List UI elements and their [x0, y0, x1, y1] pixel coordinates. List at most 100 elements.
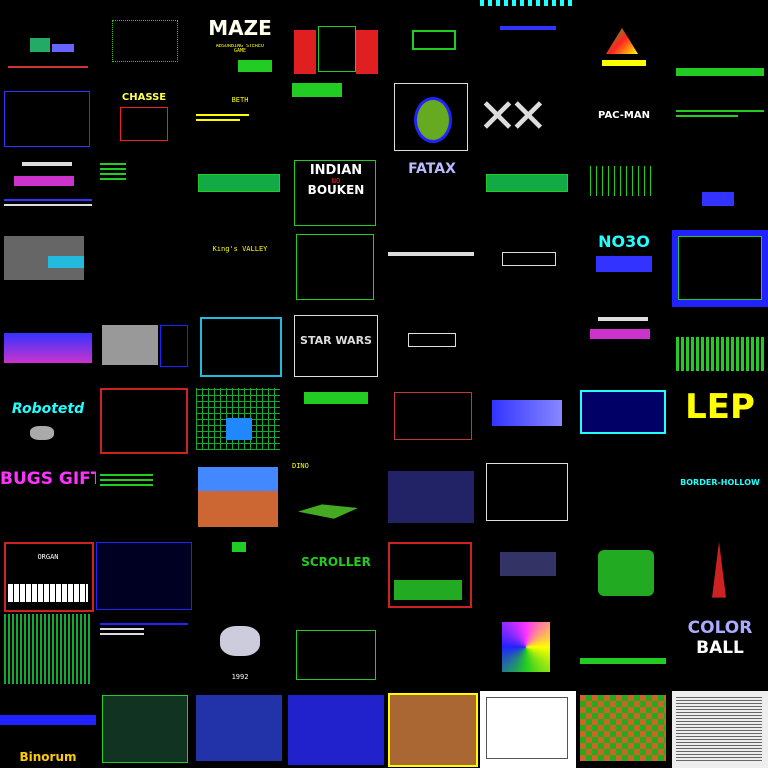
tile-r9c7 [576, 614, 672, 692]
tile-pacman: PAC-MAN [576, 76, 672, 154]
color-title: COLOR [687, 620, 753, 638]
tile-r2c8 [672, 76, 768, 154]
cover-emblem [414, 96, 452, 143]
robot-sprite [30, 425, 54, 440]
tile-r9c5 [384, 614, 480, 692]
tile-lep: LEP [672, 383, 768, 461]
tile-r8c3 [192, 537, 288, 615]
tile-r5c8 [672, 307, 768, 384]
tile-maze: MAZE ABSORBING STEREO GAME [192, 0, 288, 77]
tile-r1c4 [288, 0, 384, 77]
tile-r4c1 [0, 230, 96, 308]
pacman-title: PAC-MAN [598, 110, 650, 121]
blue-box [702, 191, 734, 206]
night-scene [388, 470, 474, 523]
tile-binorum: Binorum [0, 691, 96, 768]
tile-color-ball: COLOR BALL [672, 614, 768, 692]
tile-r7c2 [96, 460, 192, 538]
tile-r5c1 [0, 307, 96, 384]
keyboard [8, 583, 88, 602]
text-lines-2 [100, 620, 188, 638]
ornament [502, 252, 556, 267]
screenshot-grid: MAZE ABSORBING STEREO GAME CHASSE BETH ✕… [0, 0, 768, 768]
tile-beth: BETH [192, 76, 288, 154]
spaceship [500, 551, 556, 576]
title-banner [304, 391, 368, 404]
brown-maze [388, 693, 478, 768]
rocket [712, 541, 726, 598]
tile-r3c1 [0, 153, 96, 231]
text-lines [4, 196, 92, 209]
red-pillar-left [294, 30, 316, 74]
chasse-field [120, 106, 168, 141]
water [48, 256, 84, 269]
tile-r8c2 [96, 537, 192, 615]
green-grid [590, 165, 654, 196]
dino-title: DINO [292, 462, 309, 470]
tile-dino: DINO [288, 460, 384, 538]
magenta-title [14, 175, 74, 186]
colorful-tile [502, 622, 550, 673]
tile-r7c3 [192, 460, 288, 538]
score-panel [160, 325, 188, 368]
beth-menu [196, 111, 284, 124]
header-line [22, 161, 72, 166]
tile-r5c5 [384, 307, 480, 384]
tile-indian: INDIAN NO BOUKEN [288, 153, 384, 231]
tile-r5c2 [96, 307, 192, 384]
platform [388, 252, 474, 257]
tile-r4c5 [384, 230, 480, 308]
ship [232, 541, 246, 552]
center-panel [318, 26, 356, 72]
water-pool [226, 417, 252, 440]
green-banner-2 [486, 173, 568, 192]
green-stripes [676, 337, 764, 372]
binorum-title: Binorum [19, 751, 77, 764]
tile-r10c5 [384, 691, 480, 768]
tile-r8c8 [672, 537, 768, 615]
magazine-page [676, 695, 762, 762]
tile-r7c6 [480, 460, 576, 538]
tile-r9c4 [288, 614, 384, 692]
tile-r4c6 [480, 230, 576, 308]
tile-scroller: SCROLLER [288, 537, 384, 615]
tile-fatax: FATAX [384, 153, 480, 231]
tile-r2c6: ✕✕ [480, 76, 576, 154]
tile-r8c5 [384, 537, 480, 615]
tile-r6c7 [576, 383, 672, 461]
green-noise [4, 614, 90, 685]
chasse-title: CHASSE [121, 92, 167, 103]
top-bar [480, 0, 576, 6]
lep-title: LEP [685, 389, 755, 424]
tile-bugs-gift: BUGS GIFT [0, 460, 96, 538]
logo-frame [412, 30, 456, 50]
tile-r3c2 [96, 153, 192, 231]
tile-r9c3: 1992 [192, 614, 288, 692]
tile-r9c1 [0, 614, 96, 692]
tile-r2c1 [0, 76, 96, 154]
tile-border-hollow: BORDER-HOLLOW [672, 460, 768, 538]
tile-r3c3 [192, 153, 288, 231]
magenta-title-2 [590, 329, 650, 340]
tile-r1c2 [96, 0, 192, 77]
tile-r2c5 [384, 76, 480, 154]
nodo-title: NO3O [598, 234, 650, 251]
nodo-logo [596, 256, 652, 273]
tank-sprite [30, 38, 50, 52]
maze-title: MAZE [208, 18, 272, 38]
script-logo [492, 399, 562, 426]
inner-screen [678, 236, 762, 301]
maze-frame [296, 234, 374, 301]
tile-nodo: NO3O [576, 230, 672, 308]
cloud-logo [220, 626, 260, 657]
tile-r6c3 [192, 383, 288, 461]
bugs-gift-title: BUGS GIFT [0, 470, 96, 488]
tile-r8c7 [576, 537, 672, 615]
tile-r5c7 [576, 307, 672, 384]
blue-band [0, 715, 96, 726]
tile-r8c6 [480, 537, 576, 615]
building-sprite [52, 44, 74, 52]
gradient-scene [4, 333, 92, 364]
scroller-title: SCROLLER [301, 555, 371, 568]
tile-robotetd: Robotetd [0, 383, 96, 461]
